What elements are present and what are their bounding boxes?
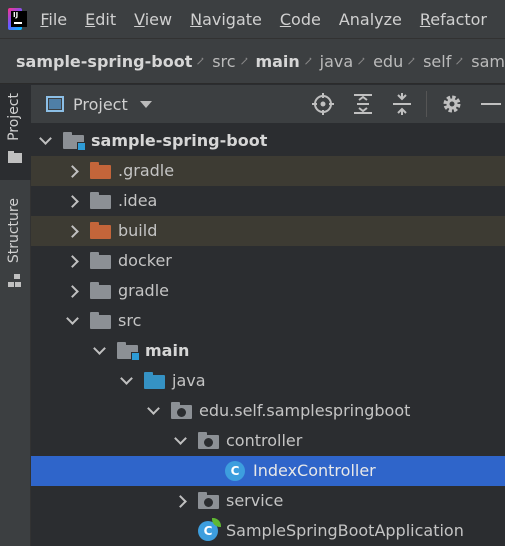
menu-analyze[interactable]: Analyze <box>339 10 402 29</box>
menu-edit[interactable]: Edit <box>85 10 116 29</box>
settings-icon[interactable] <box>441 93 463 115</box>
chevron-right-icon[interactable] <box>174 495 187 508</box>
chevron-right-icon[interactable] <box>66 255 79 268</box>
chevron-down-icon[interactable] <box>66 312 79 325</box>
tree-node-label: main <box>145 341 190 360</box>
source-folder-icon <box>144 372 165 389</box>
folder-icon <box>90 252 111 269</box>
tree-row[interactable]: sample-spring-boot <box>31 126 505 156</box>
project-view-icon <box>46 96 64 112</box>
class-icon: C <box>225 461 245 481</box>
package-icon <box>198 432 219 449</box>
breadcrumb-separator-icon <box>455 57 463 65</box>
chevron-down-icon[interactable] <box>147 402 160 415</box>
menu-bar: File Edit View Navigate Code Analyze Refactor <box>0 0 505 38</box>
folder-icon <box>90 312 111 329</box>
tree-node-label: .idea <box>118 191 158 210</box>
tree-row[interactable]: .idea <box>31 186 505 216</box>
tab-structure-label: Structure <box>6 198 22 264</box>
breadcrumb-item[interactable]: sample-spring-boot <box>16 52 192 71</box>
expand-all-icon[interactable] <box>352 93 374 115</box>
chevron-right-icon[interactable] <box>66 225 79 238</box>
breadcrumb-item[interactable]: edu <box>373 52 403 71</box>
menu-file[interactable]: File <box>40 10 67 29</box>
tab-project[interactable]: Project <box>0 85 31 180</box>
tab-structure[interactable]: Structure <box>0 190 31 290</box>
breadcrumb-separator-icon <box>240 57 248 65</box>
tab-project-label: Project <box>6 93 22 141</box>
menu-refactor[interactable]: Refactor <box>420 10 487 29</box>
tree-node-label: edu.self.samplespringboot <box>199 401 411 420</box>
breadcrumb-item[interactable]: main <box>255 52 299 71</box>
tree-node-label: java <box>172 371 206 390</box>
tree-row[interactable]: controller <box>31 426 505 456</box>
excluded-folder-icon <box>90 162 111 179</box>
folder-icon <box>90 282 111 299</box>
intellij-logo-icon[interactable] <box>8 8 27 30</box>
tree-node-label: controller <box>226 431 303 450</box>
project-panel-header: Project <box>31 85 505 123</box>
chevron-down-icon[interactable] <box>93 342 106 355</box>
tree-row[interactable]: build <box>31 216 505 246</box>
chevron-right-icon[interactable] <box>66 165 79 178</box>
tree-node-label: service <box>226 491 284 510</box>
tree-row[interactable]: src <box>31 306 505 336</box>
breadcrumb-item[interactable]: java <box>320 52 354 71</box>
breadcrumb-item[interactable]: src <box>212 52 235 71</box>
chevron-down-icon[interactable] <box>120 372 133 385</box>
tree-node-label: IndexController <box>253 461 376 480</box>
chevron-down-icon[interactable] <box>174 432 187 445</box>
breadcrumb-separator-icon <box>357 57 365 65</box>
breadcrumb-item[interactable]: self <box>423 52 451 71</box>
tree-row[interactable]: service <box>31 486 505 516</box>
chevron-down-icon[interactable] <box>39 132 52 145</box>
tree-row[interactable]: docker <box>31 246 505 276</box>
tree-node-label: sample-spring-boot <box>91 131 268 150</box>
excluded-folder-icon <box>90 222 111 239</box>
tree-node-label: docker <box>118 251 172 270</box>
package-icon <box>171 402 192 419</box>
breadcrumb-separator-icon <box>304 57 312 65</box>
menu-code[interactable]: Code <box>280 10 321 29</box>
structure-icon <box>8 274 21 287</box>
tree-node-label: .gradle <box>118 161 175 180</box>
chevron-right-icon[interactable] <box>66 195 79 208</box>
tree-row[interactable]: C IndexController <box>31 456 505 486</box>
project-panel-title[interactable]: Project <box>73 95 128 114</box>
menu-navigate[interactable]: Navigate <box>190 10 262 29</box>
module-folder-icon <box>63 132 86 151</box>
collapse-all-icon[interactable] <box>391 93 413 115</box>
tree-node-label: build <box>118 221 158 240</box>
breadcrumb-separator-icon <box>196 57 204 65</box>
menu-view[interactable]: View <box>134 10 172 29</box>
folder-icon <box>90 192 111 209</box>
tree-row[interactable]: edu.self.samplespringboot <box>31 396 505 426</box>
module-folder-icon <box>117 342 140 361</box>
header-divider <box>426 91 427 117</box>
tree-row[interactable]: gradle <box>31 276 505 306</box>
package-icon <box>198 492 219 509</box>
tree-row[interactable]: java <box>31 366 505 396</box>
tree-row[interactable]: main <box>31 336 505 366</box>
left-tool-strip: Project Structure <box>0 85 31 546</box>
chevron-right-icon[interactable] <box>66 285 79 298</box>
project-folder-icon <box>8 151 22 163</box>
tree-node-label: gradle <box>118 281 169 300</box>
breadcrumb: sample-spring-boot src main java edu self sam <box>0 38 505 84</box>
tree-row[interactable]: .gradle <box>31 156 505 186</box>
locate-icon[interactable] <box>312 93 334 115</box>
tree-node-label: SampleSpringBootApplication <box>226 521 464 540</box>
project-tree: sample-spring-boot .gradle .idea build docke… <box>31 126 505 546</box>
hide-icon[interactable] <box>479 93 501 115</box>
spring-boot-class-icon: C <box>198 518 221 541</box>
tree-node-label: src <box>118 311 142 330</box>
chevron-down-icon[interactable] <box>139 100 152 108</box>
breadcrumb-separator-icon <box>407 57 415 65</box>
breadcrumb-item[interactable]: sam <box>471 52 505 71</box>
tree-row[interactable]: C SampleSpringBootApplication <box>31 516 505 546</box>
